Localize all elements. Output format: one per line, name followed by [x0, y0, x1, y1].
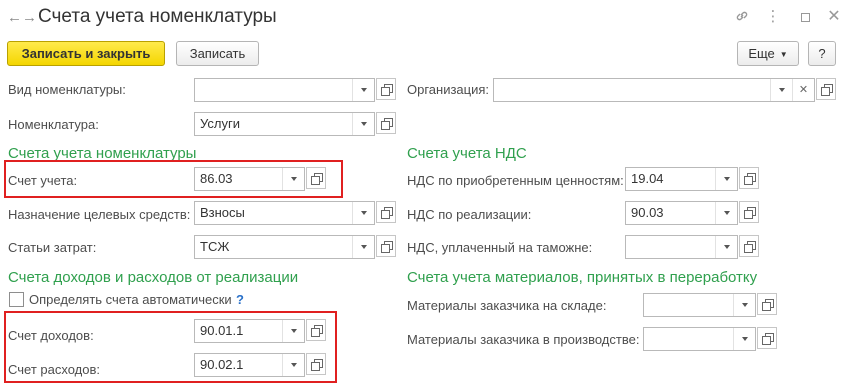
open-icon[interactable]: [757, 327, 777, 349]
vid-nomenclature-label: Вид номенклатуры:: [8, 82, 126, 97]
vat-sales-value: 90.03: [631, 205, 664, 220]
nomenclature-value: Услуги: [200, 116, 240, 131]
account-label: Счет учета:: [8, 173, 78, 188]
maximize-icon[interactable]: [797, 9, 813, 25]
organization-field[interactable]: ✕: [493, 78, 815, 102]
dropdown-arrow-icon[interactable]: [715, 202, 737, 224]
vid-nomenclature-field[interactable]: [194, 78, 375, 102]
open-icon[interactable]: [376, 201, 396, 223]
open-icon[interactable]: [306, 353, 326, 375]
dropdown-arrow-icon[interactable]: [282, 354, 304, 376]
costs-value: ТСЖ: [200, 239, 230, 254]
materials-production-field[interactable]: [643, 327, 756, 351]
open-icon[interactable]: [376, 112, 396, 134]
clear-icon[interactable]: ✕: [792, 79, 814, 101]
dropdown-arrow-icon[interactable]: [352, 79, 374, 101]
purpose-label: Назначение целевых средств:: [8, 207, 191, 222]
help-button[interactable]: ?: [808, 41, 836, 66]
income-account-value: 90.01.1: [200, 323, 244, 338]
open-icon[interactable]: [739, 167, 759, 189]
open-icon[interactable]: [816, 78, 836, 100]
dropdown-arrow-icon[interactable]: [282, 320, 304, 342]
open-icon[interactable]: [306, 319, 326, 341]
vat-customs-label: НДС, уплаченный на таможне:: [407, 240, 593, 255]
materials-warehouse-label: Материалы заказчика на складе:: [407, 298, 607, 313]
materials-warehouse-field[interactable]: [643, 293, 756, 317]
vat-customs-field[interactable]: [625, 235, 738, 259]
income-account-label: Счет доходов:: [8, 328, 94, 343]
expense-account-label: Счет расходов:: [8, 362, 100, 377]
more-button[interactable]: Еще ▼: [737, 41, 799, 66]
open-icon[interactable]: [376, 235, 396, 257]
expense-account-field[interactable]: 90.02.1: [194, 353, 305, 377]
open-icon[interactable]: [306, 167, 326, 189]
dropdown-arrow-icon[interactable]: [352, 113, 374, 135]
organization-label: Организация:: [407, 82, 490, 97]
auto-accounts-checkbox[interactable]: [9, 292, 24, 307]
help-question-icon[interactable]: ?: [236, 292, 244, 307]
forward-arrow-icon[interactable]: →: [22, 8, 37, 28]
open-icon[interactable]: [739, 201, 759, 223]
vat-purchased-label: НДС по приобретенным ценностям:: [407, 173, 624, 188]
section-materials: Счета учета материалов, принятых в перер…: [407, 269, 758, 286]
dropdown-arrow-icon[interactable]: [352, 202, 374, 224]
materials-production-label: Материалы заказчика в производстве:: [407, 332, 640, 347]
purpose-field[interactable]: Взносы: [194, 201, 375, 225]
purpose-value: Взносы: [200, 205, 245, 220]
income-account-field[interactable]: 90.01.1: [194, 319, 305, 343]
back-arrow-icon[interactable]: ←: [7, 8, 22, 28]
costs-label: Статьи затрат:: [8, 240, 97, 255]
dropdown-arrow-icon[interactable]: [715, 236, 737, 258]
dropdown-arrow-icon[interactable]: [715, 168, 737, 190]
section-income-expense: Счета доходов и расходов от реализации: [8, 269, 299, 286]
expense-account-value: 90.02.1: [200, 357, 244, 372]
vat-purchased-value: 19.04: [631, 171, 664, 186]
nomenclature-label: Номенклатура:: [8, 117, 99, 132]
account-field[interactable]: 86.03: [194, 167, 305, 191]
vat-sales-field[interactable]: 90.03: [625, 201, 738, 225]
more-button-label: Еще: [748, 46, 775, 61]
open-icon[interactable]: [757, 293, 777, 315]
chevron-down-icon: ▼: [779, 50, 788, 59]
costs-field[interactable]: ТСЖ: [194, 235, 375, 259]
link-icon[interactable]: [734, 9, 750, 25]
dropdown-arrow-icon[interactable]: [733, 294, 755, 316]
account-value: 86.03: [200, 171, 233, 186]
auto-accounts-label[interactable]: Определять счета автоматически: [29, 292, 232, 307]
window-title: Счета учета номенклатуры: [38, 6, 277, 27]
open-icon[interactable]: [376, 78, 396, 100]
close-icon[interactable]: ✕: [826, 9, 842, 25]
dropdown-arrow-icon[interactable]: [282, 168, 304, 190]
open-icon[interactable]: [739, 235, 759, 257]
vat-purchased-field[interactable]: 19.04: [625, 167, 738, 191]
more-vertical-icon[interactable]: ⋮: [765, 9, 781, 25]
dropdown-arrow-icon[interactable]: [733, 328, 755, 350]
vat-sales-label: НДС по реализации:: [407, 207, 532, 222]
dropdown-arrow-icon[interactable]: [770, 79, 792, 101]
save-button[interactable]: Записать: [176, 41, 259, 66]
dropdown-arrow-icon[interactable]: [352, 236, 374, 258]
nomenclature-field[interactable]: Услуги: [194, 112, 375, 136]
section-vat-accounts: Счета учета НДС: [407, 145, 527, 162]
save-and-close-button[interactable]: Записать и закрыть: [7, 41, 165, 66]
